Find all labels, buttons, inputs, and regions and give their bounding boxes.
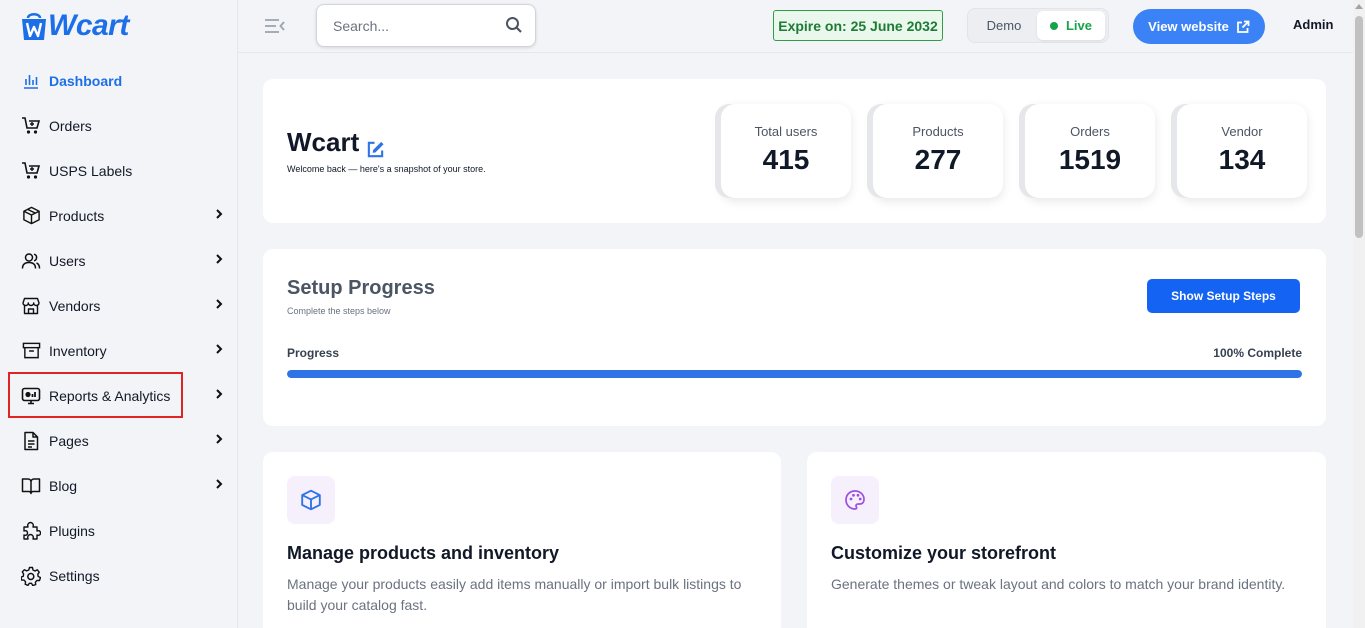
expiry-badge: Expire on: 25 June 2032 [773,10,943,41]
sidebar-item-label: Plugins [49,522,95,539]
stat-value: 1519 [1058,144,1122,175]
sidebar-item-products[interactable]: Products [0,193,238,238]
scroll-thumb[interactable] [1355,16,1363,238]
collapse-menu-icon[interactable] [264,16,286,36]
topbar: Expire on: 25 June 2032 Demo Live View w… [238,0,1353,53]
chevron-right-icon [212,477,226,491]
stat-label: Total users [754,124,818,139]
palette-icon [831,476,879,524]
sidebar-item-blog[interactable]: Blog [0,463,238,508]
chevron-right-icon [212,387,226,401]
sidebar-item-dashboard[interactable]: Dashboard [0,58,238,103]
sidebar-item-label: Pages [49,432,89,449]
live-status-dot-icon [1049,21,1058,30]
store-icon [21,296,41,316]
sidebar-item-pages[interactable]: Pages [0,418,238,463]
chevron-right-icon [212,207,226,221]
store-overview-card: Wcart Welcome back — here's a snapshot o… [263,79,1326,223]
box-icon [287,476,335,524]
gear-icon [21,566,41,586]
live-option[interactable]: Live [1037,11,1105,40]
sidebar-item-orders[interactable]: Orders [0,103,238,148]
sidebar-item-usps-labels[interactable]: USPS Labels [0,148,238,193]
search-input[interactable] [333,17,493,34]
welcome-text: Welcome back — here's a snapshot of your… [287,164,486,174]
sidebar-item-settings[interactable]: Settings [0,553,238,598]
edit-icon[interactable] [366,135,385,158]
feature-description: Manage your products easily add items ma… [287,576,742,613]
chevron-right-icon [212,342,226,356]
scroll-up-arrow-icon[interactable] [1355,4,1363,9]
setup-title: Setup Progress [287,277,435,299]
feature-title: Manage products and inventory [287,543,560,563]
progress-percent: 100% Complete [1213,346,1302,360]
feature-card-products[interactable]: Manage products and inventory Manage you… [263,452,781,628]
view-website-label: View website [1148,19,1229,34]
sidebar-item-inventory[interactable]: Inventory [0,328,238,373]
sidebar-item-label: USPS Labels [49,162,133,179]
puzzle-icon [21,521,41,541]
document-icon [21,431,41,451]
view-website-button[interactable]: View website [1133,9,1265,44]
chevron-right-icon [212,432,226,446]
progress-bar-fill [287,370,1302,378]
search-box[interactable] [316,4,536,47]
sidebar-item-reports-analytics[interactable]: Reports & Analytics [0,373,238,418]
stat-value: 415 [762,144,810,175]
feature-description: Generate themes or tweak layout and colo… [831,576,1286,592]
sidebar-item-label: Orders [49,117,92,134]
page-scrollbar[interactable] [1353,0,1365,628]
live-label: Live [1065,18,1092,33]
monitor-chart-icon [21,386,41,406]
stat-card-total-users: Total users 415 [721,104,851,198]
sidebar-item-vendors[interactable]: Vendors [0,283,238,328]
sidebar-nav: Dashboard Orders USPS Labels Products Us… [0,58,238,598]
sidebar-item-label: Users [49,252,86,269]
cart-icon [21,161,41,181]
sidebar-item-label: Inventory [49,342,107,359]
chevron-right-icon [212,297,226,311]
stat-label: Vendor [1221,124,1263,139]
feature-title: Customize your storefront [831,543,1057,563]
stat-value: 277 [914,144,962,175]
stat-value: 134 [1218,144,1266,175]
sidebar-item-label: Blog [49,477,78,494]
demo-live-toggle[interactable]: Demo Live [967,8,1109,43]
store-title: Wcart [287,127,385,158]
progress-bar [287,370,1302,378]
book-icon [21,476,41,496]
progress-label: Progress [287,346,340,360]
stat-card-vendor: Vendor 134 [1177,104,1307,198]
logo-text: Wcart [48,9,129,42]
stat-card-orders: Orders 1519 [1025,104,1155,198]
chevron-right-icon [212,252,226,266]
bag-logo-icon [22,13,46,40]
feature-card-storefront[interactable]: Customize your storefront Generate theme… [807,452,1326,628]
cart-icon [21,116,41,136]
archive-icon [21,341,41,361]
demo-option[interactable]: Demo [971,11,1037,40]
wcart-logo[interactable]: Wcart [20,8,129,44]
sidebar-item-users[interactable]: Users [0,238,238,283]
sidebar-item-label: Products [49,207,105,224]
chart-bars-icon [21,71,41,91]
stat-card-products: Products 277 [873,104,1003,198]
setup-progress-card: Setup Progress Complete the steps below … [263,249,1326,426]
users-icon [21,251,41,271]
sidebar-item-label: Reports & Analytics [49,387,171,404]
setup-subtitle: Complete the steps below [287,306,391,316]
search-icon[interactable] [505,16,523,34]
show-setup-steps-button[interactable]: Show Setup Steps [1147,279,1300,313]
sidebar: Wcart Dashboard Orders USPS Labels Produ… [0,0,238,628]
sidebar-item-label: Dashboard [49,72,123,89]
stat-label: Products [912,124,964,139]
sidebar-item-label: Settings [49,567,100,584]
store-name: Wcart [287,127,360,157]
sidebar-item-label: Vendors [49,297,101,314]
sidebar-item-plugins[interactable]: Plugins [0,508,238,553]
user-menu[interactable]: Admin [1293,17,1333,32]
box-icon [21,206,41,226]
external-link-icon [1236,20,1250,34]
stat-label: Orders [1070,124,1110,139]
